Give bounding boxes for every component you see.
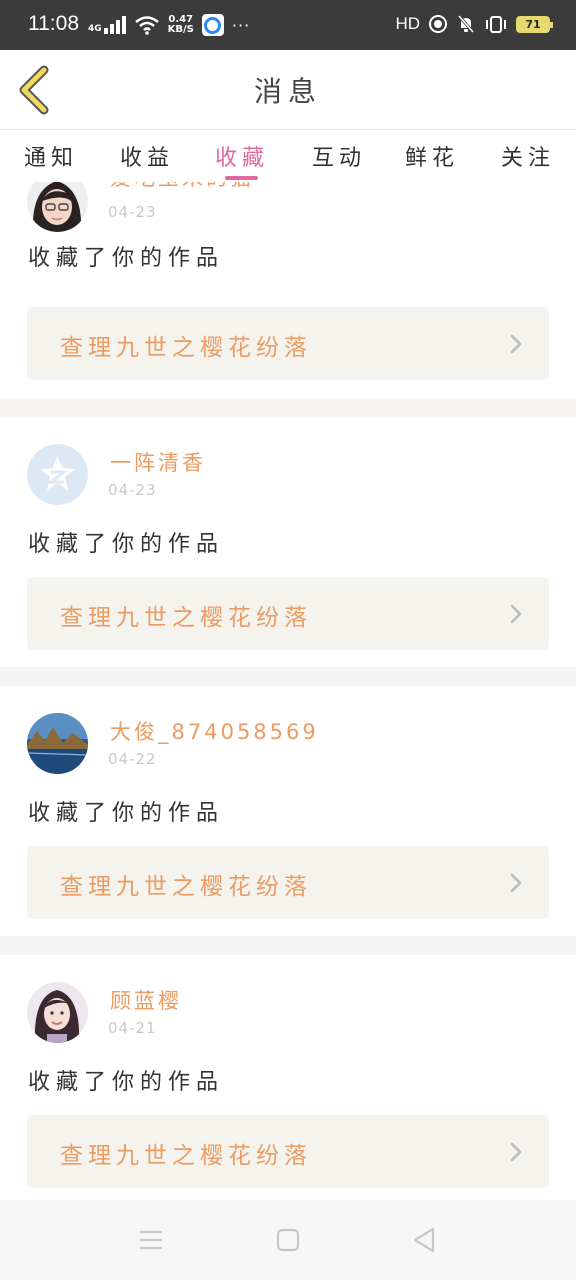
girl-glasses-avatar-icon	[27, 182, 88, 232]
status-right-icons: HD 71	[395, 14, 553, 34]
page-title: 消息	[253, 75, 322, 108]
girl-photo-avatar-icon	[27, 982, 88, 1043]
message-date: 04-22	[108, 750, 157, 768]
home-icon[interactable]	[274, 1226, 302, 1254]
default-star-avatar-icon	[27, 444, 88, 505]
tab-bar: 通知 收益 收藏 互动 鲜花 关注	[0, 130, 576, 182]
network-speed: 0.47 KB/S	[167, 14, 194, 35]
username[interactable]: 一阵清香	[110, 447, 206, 477]
more-notifications-icon: ···	[231, 15, 251, 35]
menu-icon[interactable]	[137, 1226, 165, 1254]
message-action: 收藏了你的作品	[28, 532, 225, 557]
work-title: 查理九世之樱花纷落	[60, 605, 312, 631]
status-left-icons: 4G 0.47 KB/S ···	[88, 14, 250, 36]
tab-favorites[interactable]: 收藏	[215, 140, 269, 172]
hd-indicator: HD	[395, 14, 420, 33]
message-card: 大俊_874058569 04-22 收藏了你的作品 查理九世之樱花纷落	[0, 686, 576, 936]
user-avatar[interactable]	[27, 444, 88, 505]
chevron-right-icon	[510, 334, 522, 354]
work-link[interactable]: 查理九世之樱花纷落	[27, 307, 549, 380]
username[interactable]: 大俊_874058569	[110, 716, 319, 746]
user-avatar[interactable]	[27, 982, 88, 1043]
cellular-signal-icon: 4G	[88, 16, 126, 34]
message-date: 04-23	[108, 481, 157, 499]
work-link[interactable]: 查理九世之樱花纷落	[27, 846, 549, 919]
tab-interactions[interactable]: 互动	[312, 140, 366, 172]
vibrate-icon	[486, 16, 506, 33]
wifi-icon	[134, 16, 159, 35]
message-card: 一阵清香 04-23 收藏了你的作品 查理九世之樱花纷落	[0, 417, 576, 667]
network-type: 4G	[88, 24, 102, 34]
username[interactable]: 爱吃玉米的猫	[110, 182, 254, 192]
system-nav-bar	[0, 1200, 576, 1280]
message-action: 收藏了你的作品	[28, 246, 225, 271]
message-date: 04-23	[108, 203, 157, 221]
username[interactable]: 顾蓝樱	[110, 985, 182, 1015]
message-list[interactable]: 爱吃玉米的猫 04-23 收藏了你的作品 查理九世之樱花纷落 一阵清香 04-2…	[0, 182, 576, 1200]
message-card: 爱吃玉米的猫 04-23 收藏了你的作品 查理九世之樱花纷落	[0, 182, 576, 399]
mute-bell-icon	[457, 15, 475, 33]
status-bar: 11:08 4G 0.47 KB/S ··· HD 71	[0, 0, 576, 50]
work-link[interactable]: 查理九世之樱花纷落	[27, 577, 549, 650]
tab-follows[interactable]: 关注	[501, 140, 555, 172]
tab-earnings[interactable]: 收益	[120, 140, 174, 172]
message-action: 收藏了你的作品	[28, 1070, 225, 1095]
work-title: 查理九世之樱花纷落	[60, 874, 312, 900]
message-card: 顾蓝樱 04-21 收藏了你的作品 查理九世之樱花纷落	[0, 955, 576, 1200]
app-notification-icon	[201, 14, 224, 36]
tab-flowers[interactable]: 鲜花	[405, 140, 459, 172]
battery-icon: 71	[516, 15, 553, 33]
sync-icon	[429, 15, 447, 33]
chevron-right-icon	[510, 873, 522, 893]
message-action: 收藏了你的作品	[28, 801, 225, 826]
user-avatar[interactable]	[27, 713, 88, 774]
work-link[interactable]: 查理九世之樱花纷落	[27, 1115, 549, 1188]
work-title: 查理九世之樱花纷落	[60, 335, 312, 361]
work-title: 查理九世之樱花纷落	[60, 1143, 312, 1169]
app-header: 消息	[0, 50, 576, 130]
message-date: 04-21	[108, 1019, 157, 1037]
landscape-avatar-icon	[27, 713, 88, 774]
active-tab-indicator	[225, 176, 258, 180]
status-time: 11:08	[28, 12, 79, 35]
chevron-right-icon	[510, 604, 522, 624]
back-icon[interactable]	[410, 1226, 438, 1254]
user-avatar[interactable]	[27, 182, 88, 232]
chevron-right-icon	[510, 1142, 522, 1162]
tab-notifications[interactable]: 通知	[24, 140, 78, 172]
